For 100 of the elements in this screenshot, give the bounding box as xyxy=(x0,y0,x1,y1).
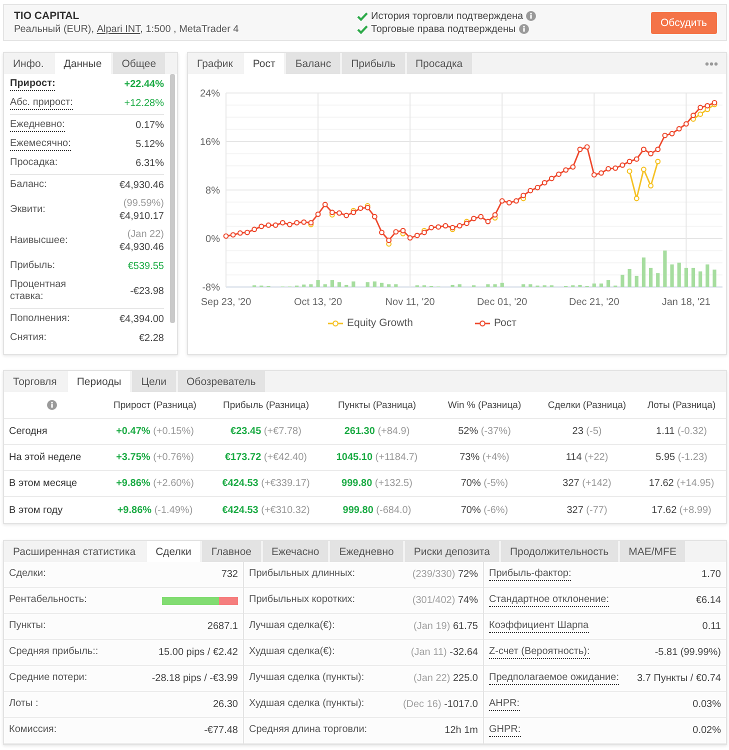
volume-bar xyxy=(578,284,582,287)
stat-value: (Dec 16) -1017.0 xyxy=(402,699,478,710)
axis-label: Jan 18, '21 xyxy=(662,297,710,308)
stat-value: -5.81 (99.99%) xyxy=(654,647,721,658)
table-cell-text: €173.72 (+€42.40) xyxy=(224,452,308,463)
info-icon[interactable] xyxy=(518,24,529,34)
tab[interactable]: Баланс xyxy=(286,53,340,74)
table-cell-text: 73% (+4%) xyxy=(458,452,510,463)
stat-label: Z-счет (Вероятность): xyxy=(489,646,590,659)
verification-text: История торговли подтверждена xyxy=(371,10,524,22)
stat-value: -€77.48 xyxy=(204,725,238,736)
axis-label: 0% xyxy=(206,234,220,245)
volume-bar xyxy=(634,276,638,287)
table-cell-text: +9.86% (-1.49%) xyxy=(116,504,194,516)
tab[interactable]: Продолжительность xyxy=(500,541,618,562)
table-cell-text: 17.62 (+14.95) xyxy=(648,478,716,489)
table-cell-text: 261.30 (+84.9) xyxy=(343,426,411,437)
stat-value: 0.17% xyxy=(136,119,164,132)
stat-value: (Jan 19) 61.75 xyxy=(414,621,478,632)
stat-value: 732 xyxy=(221,569,238,580)
tab[interactable]: Данные xyxy=(54,53,111,74)
legend-marker-icon[interactable] xyxy=(328,320,343,326)
stat-value: 12h 1m xyxy=(444,725,478,736)
tab[interactable]: Общее xyxy=(112,53,166,74)
info-icon[interactable] xyxy=(526,11,536,21)
stat-value: +12.28% xyxy=(124,97,164,110)
table-cell-text: 5.95 (-1.23) xyxy=(654,452,708,463)
stat-label: Лучшая сделка (пункты): xyxy=(249,672,364,685)
stat-label: Пункты: xyxy=(9,620,46,633)
stat-value: €4,930.46 xyxy=(120,241,164,254)
axis-label: Dec 21, '20 xyxy=(569,297,620,308)
stat-label: Средние потери: xyxy=(9,672,88,685)
volume-bar xyxy=(372,281,376,287)
tab[interactable]: Цели xyxy=(132,371,176,392)
stat-label: Прибыльных коротких: xyxy=(249,594,356,607)
stat-label: Лучшая сделка(€): xyxy=(249,620,335,633)
tab[interactable]: Инфо. xyxy=(4,53,53,74)
volume-bar xyxy=(302,284,306,287)
stat-label: Эквити: xyxy=(10,204,46,217)
tab[interactable]: Главное xyxy=(202,541,260,562)
tab[interactable]: Расширенная статистика xyxy=(4,541,145,562)
axis-label: 8% xyxy=(206,186,220,196)
tab[interactable]: Прибыль xyxy=(342,53,404,74)
volume-bar xyxy=(592,284,596,287)
volume-bar xyxy=(642,257,646,287)
stat-value: 15.00 pips / €2.42 xyxy=(158,647,238,658)
column-header: Прирост (Разница) xyxy=(112,400,198,410)
legend-marker-icon[interactable] xyxy=(474,320,490,326)
broker-link[interactable]: Alpari INT xyxy=(96,24,140,34)
more-icon[interactable] xyxy=(705,62,718,66)
scrollbar-thumb[interactable] xyxy=(170,74,175,323)
table-cell-text: €23.45 (+€7.78) xyxy=(230,426,302,437)
period-label: На этой неделе xyxy=(8,452,82,463)
volume-bar xyxy=(309,284,313,287)
volume-bar xyxy=(344,284,348,287)
info-icon[interactable] xyxy=(47,400,57,410)
tab[interactable]: Обозреватель xyxy=(178,371,265,392)
legend-label[interactable]: Рост xyxy=(494,317,516,329)
volume-bar xyxy=(366,282,370,287)
stat-label: Средняя длина торговли: xyxy=(249,724,368,737)
value-note: (99.59%) xyxy=(123,198,164,210)
tab[interactable]: Ежечасно xyxy=(262,541,328,562)
axis-label: -8% xyxy=(202,282,220,294)
stat-value: 0.03% xyxy=(692,699,721,710)
tab[interactable]: Ежедневно xyxy=(330,541,403,562)
stat-value: (301/402) 74% xyxy=(412,595,478,606)
stat-label: Коэффициент Шарпа xyxy=(489,620,589,633)
volume-bar xyxy=(316,280,320,287)
table-cell-text: 23 (-5) xyxy=(571,426,603,437)
table-cell-text: 70% (-6%) xyxy=(460,504,510,516)
volume-bar xyxy=(648,268,653,287)
column-header: Прибыль (Разница) xyxy=(222,400,310,410)
volume-bar xyxy=(691,268,696,287)
volume-bar xyxy=(698,271,702,287)
axis-label: 24% xyxy=(200,88,220,100)
value-note: (Jan 22) xyxy=(127,229,164,241)
volume-bar xyxy=(522,284,526,287)
tab[interactable]: График xyxy=(188,53,242,74)
tab[interactable]: Риски депозита xyxy=(404,541,499,562)
stat-label: Предполагаемое ожидание: xyxy=(489,672,619,685)
volume-bar xyxy=(380,282,384,287)
tab[interactable]: Рост xyxy=(244,53,284,74)
tab[interactable]: Сделки xyxy=(146,541,200,562)
volume-bar xyxy=(663,250,667,287)
volume-bar xyxy=(493,284,497,287)
volume-bar xyxy=(684,268,688,287)
stat-value: -28.18 pips / -€3.99 xyxy=(152,673,238,684)
tab[interactable]: Торговля xyxy=(4,371,66,392)
legend-label[interactable]: Equity Growth xyxy=(347,317,413,329)
stat-value: 0.11 xyxy=(702,621,721,632)
volume-bar xyxy=(620,274,624,287)
axis-label: 16% xyxy=(200,137,220,148)
stat-label: Средняя прибыль:: xyxy=(9,646,98,659)
account-title: TIO CAPITAL xyxy=(14,10,80,22)
tab[interactable]: Просадка xyxy=(406,53,472,74)
tab[interactable]: MAE/MFE xyxy=(620,541,686,562)
volume-bar xyxy=(330,280,334,287)
tab[interactable]: Периоды xyxy=(68,371,130,392)
stat-label: Снятия: xyxy=(10,332,47,345)
volume-bar xyxy=(387,284,391,287)
